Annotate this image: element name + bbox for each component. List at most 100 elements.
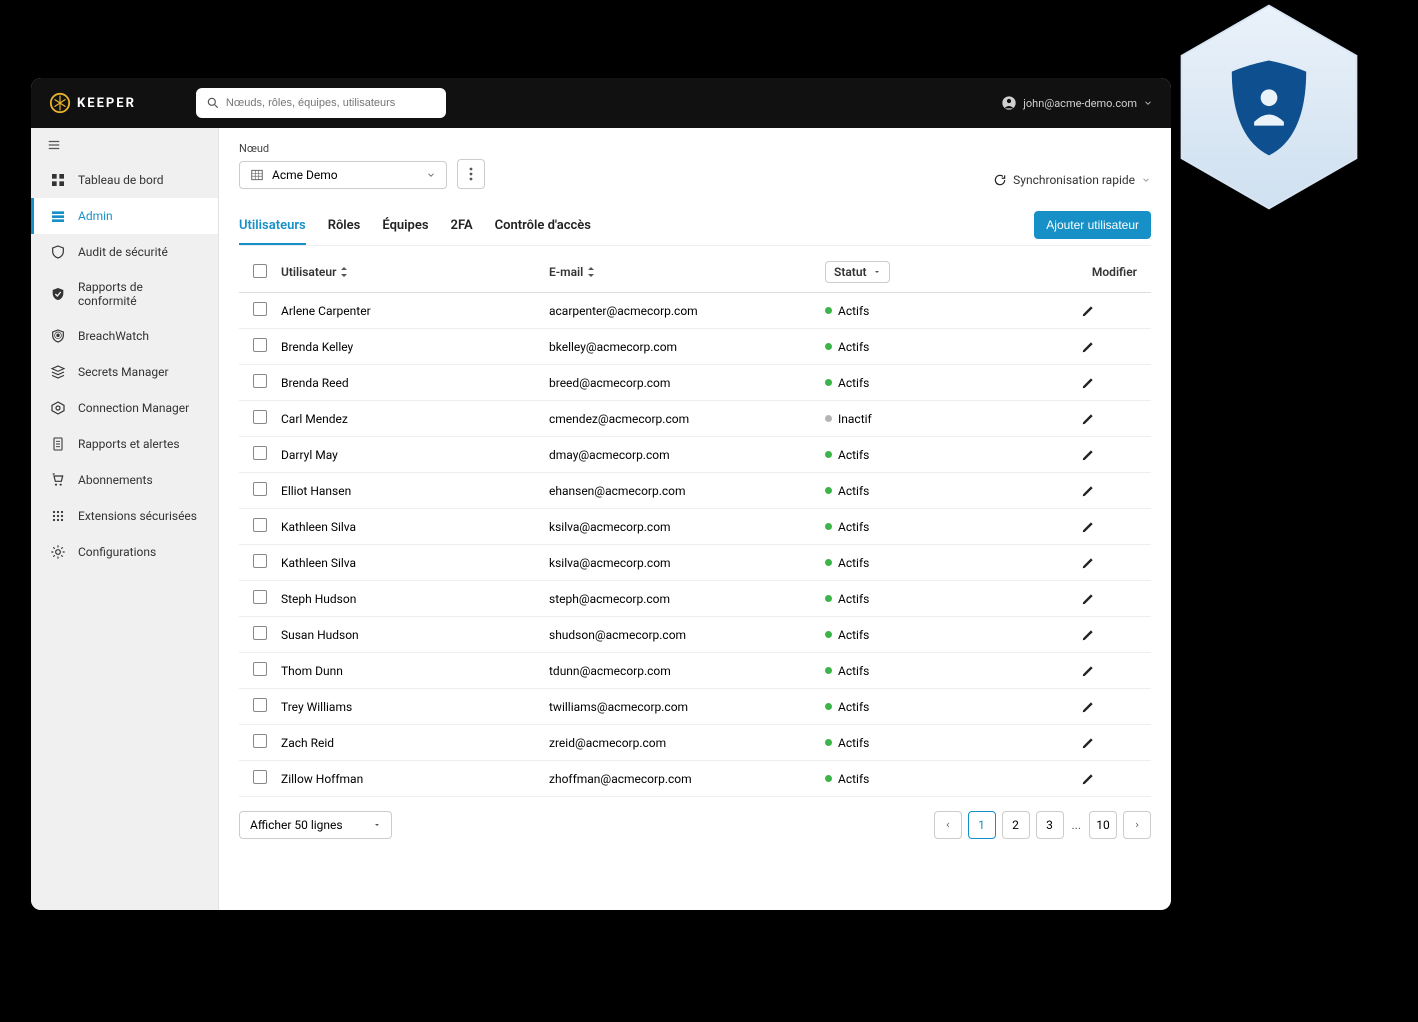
table-header: Utilisateur E-mail Statut Modifier [239, 252, 1151, 293]
edit-button[interactable] [1081, 772, 1137, 786]
status-filter[interactable]: Statut [825, 261, 890, 283]
page-last-button[interactable]: 10 [1089, 811, 1117, 839]
account-menu[interactable]: john@acme-demo.com [1001, 95, 1153, 111]
table-row: Thom Dunntdunn@acmecorp.comActifs [239, 653, 1151, 689]
tab-3[interactable]: 2FA [451, 212, 473, 245]
kebab-icon [469, 167, 473, 181]
page-button[interactable]: 3 [1036, 811, 1064, 839]
edit-button[interactable] [1081, 520, 1137, 534]
edit-button[interactable] [1081, 556, 1137, 570]
row-checkbox[interactable] [253, 770, 267, 784]
edit-button[interactable] [1081, 700, 1137, 714]
account-icon [1001, 95, 1017, 111]
edit-button[interactable] [1081, 664, 1137, 678]
user-email: steph@acmecorp.com [549, 592, 825, 606]
rows-per-page-select[interactable]: Afficher 50 lignes [239, 811, 392, 839]
status-dot-icon [825, 775, 832, 782]
sidebar-item-settings[interactable]: Configurations [31, 534, 218, 570]
row-checkbox[interactable] [253, 338, 267, 352]
search-input[interactable] [226, 97, 436, 109]
row-checkbox[interactable] [253, 734, 267, 748]
sidebar-item-compliance-reports[interactable]: Rapports de conformité [31, 270, 218, 318]
row-checkbox[interactable] [253, 446, 267, 460]
edit-button[interactable] [1081, 484, 1137, 498]
status-dot-icon [825, 415, 832, 422]
user-status: Actifs [825, 340, 1081, 354]
quick-sync-button[interactable]: Synchronisation rapide [993, 173, 1151, 187]
reports-alerts-icon [50, 436, 66, 452]
row-checkbox[interactable] [253, 626, 267, 640]
sidebar-item-breachwatch[interactable]: BreachWatch [31, 318, 218, 354]
shield-hex-badge [1176, 0, 1362, 214]
tab-4[interactable]: Contrôle d'accès [495, 212, 591, 245]
user-status: Actifs [825, 304, 1081, 318]
status-dot-icon [825, 559, 832, 566]
sidebar-item-security-audit[interactable]: Audit de sécurité [31, 234, 218, 270]
user-email: tdunn@acmecorp.com [549, 664, 825, 678]
tab-2[interactable]: Équipes [382, 212, 428, 245]
add-user-button[interactable]: Ajouter utilisateur [1034, 211, 1151, 239]
nav-collapse-button[interactable] [31, 128, 218, 162]
column-email[interactable]: E-mail [549, 265, 825, 279]
search-box[interactable] [196, 88, 446, 118]
tab-0[interactable]: Utilisateurs [239, 212, 306, 245]
status-dot-icon [825, 379, 832, 386]
row-checkbox[interactable] [253, 698, 267, 712]
tab-1[interactable]: Rôles [328, 212, 361, 245]
chevron-down-icon [873, 268, 881, 276]
sidebar-item-subscriptions[interactable]: Abonnements [31, 462, 218, 498]
sidebar-item-label: Tableau de bord [78, 173, 164, 187]
brand-name: KEEPER [77, 96, 136, 111]
column-user[interactable]: Utilisateur [281, 265, 549, 279]
connection-manager-icon [50, 400, 66, 416]
main-content: Nœud Acme Demo Synchronisation rapide [219, 128, 1171, 910]
row-checkbox[interactable] [253, 410, 267, 424]
row-checkbox[interactable] [253, 554, 267, 568]
row-checkbox[interactable] [253, 590, 267, 604]
row-checkbox[interactable] [253, 302, 267, 316]
sidebar-item-label: Rapports de conformité [78, 280, 202, 308]
user-name: Steph Hudson [281, 592, 549, 606]
user-name: Arlene Carpenter [281, 304, 549, 318]
user-email: zreid@acmecorp.com [549, 736, 825, 750]
page-button[interactable]: 1 [968, 811, 996, 839]
page-prev-button[interactable] [934, 811, 962, 839]
sidebar-item-secrets-manager[interactable]: Secrets Manager [31, 354, 218, 390]
row-checkbox[interactable] [253, 374, 267, 388]
edit-button[interactable] [1081, 736, 1137, 750]
edit-button[interactable] [1081, 340, 1137, 354]
sidebar-item-admin[interactable]: Admin [31, 198, 218, 234]
sidebar-item-secure-extensions[interactable]: Extensions sécurisées [31, 498, 218, 534]
edit-button[interactable] [1081, 592, 1137, 606]
chevron-down-icon [1143, 98, 1153, 108]
table-row: Zach Reidzreid@acmecorp.comActifs [239, 725, 1151, 761]
sidebar-item-dashboard[interactable]: Tableau de bord [31, 162, 218, 198]
page-button[interactable]: 2 [1002, 811, 1030, 839]
row-checkbox[interactable] [253, 518, 267, 532]
table-row: Zillow Hoffmanzhoffman@acmecorp.comActif… [239, 761, 1151, 797]
user-email: acarpenter@acmecorp.com [549, 304, 825, 318]
edit-button[interactable] [1081, 304, 1137, 318]
table-row: Brenda Reedbreed@acmecorp.comActifs [239, 365, 1151, 401]
row-checkbox[interactable] [253, 482, 267, 496]
page-next-button[interactable] [1123, 811, 1151, 839]
user-name: Brenda Reed [281, 376, 549, 390]
select-all-checkbox[interactable] [253, 264, 267, 278]
sidebar-item-reports-alerts[interactable]: Rapports et alertes [31, 426, 218, 462]
node-actions-button[interactable] [457, 159, 485, 189]
user-name: Kathleen Silva [281, 556, 549, 570]
edit-button[interactable] [1081, 628, 1137, 642]
sidebar-item-label: BreachWatch [78, 329, 149, 343]
edit-button[interactable] [1081, 448, 1137, 462]
row-checkbox[interactable] [253, 662, 267, 676]
edit-button[interactable] [1081, 376, 1137, 390]
column-edit: Modifier [1081, 265, 1137, 279]
user-status: Actifs [825, 628, 1081, 642]
user-email: bkelley@acmecorp.com [549, 340, 825, 354]
node-select[interactable]: Acme Demo [239, 161, 447, 189]
table-row: Steph Hudsonsteph@acmecorp.comActifs [239, 581, 1151, 617]
settings-icon [50, 544, 66, 560]
edit-button[interactable] [1081, 412, 1137, 426]
sidebar-item-connection-manager[interactable]: Connection Manager [31, 390, 218, 426]
table-row: Trey Williamstwilliams@acmecorp.comActif… [239, 689, 1151, 725]
